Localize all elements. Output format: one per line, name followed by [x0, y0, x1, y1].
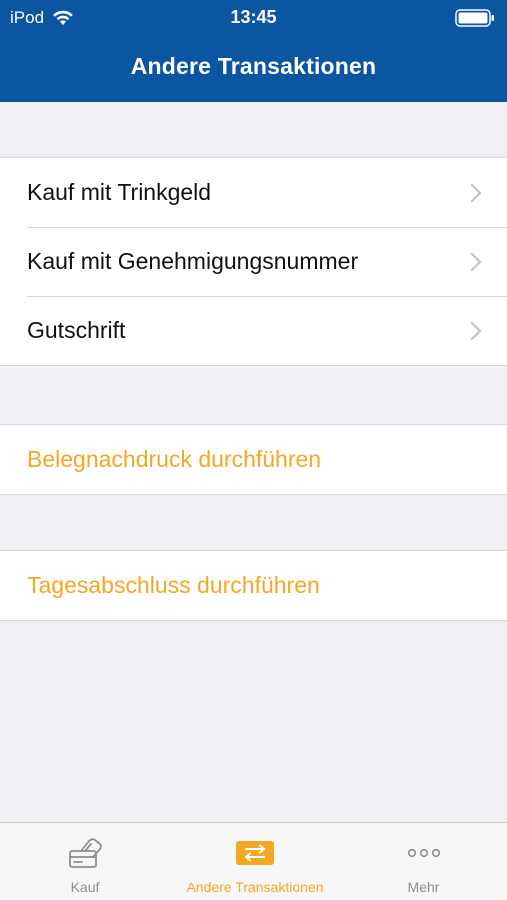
app-header: iPod 13:45 Andere Transaktionen — [0, 0, 507, 102]
tab-label: Mehr — [407, 879, 440, 895]
day-close-group: Tagesabschluss durchführen — [0, 550, 507, 621]
day-close-label: Tagesabschluss durchführen — [27, 572, 320, 598]
chevron-right-icon — [470, 183, 482, 202]
status-time: 13:45 — [230, 7, 277, 27]
menu-item-label: Kauf mit Trinkgeld — [27, 179, 212, 205]
reprint-receipt-label: Belegnachdruck durchführen — [27, 446, 322, 472]
tab-label: Kauf — [70, 879, 100, 895]
tab-mehr[interactable]: Mehr — [340, 823, 507, 900]
menu-item-gutschrift[interactable]: Gutschrift — [0, 296, 507, 365]
status-bar: iPod 13:45 — [0, 0, 507, 34]
menu-item-kauf-mit-genehmigungsnummer[interactable]: Kauf mit Genehmigungsnummer — [0, 227, 507, 296]
tab-kauf[interactable]: Kauf — [0, 823, 170, 900]
page-title: Andere Transaktionen — [130, 53, 377, 79]
menu-item-kauf-mit-trinkgeld[interactable]: Kauf mit Trinkgeld — [0, 158, 507, 227]
chevron-right-icon — [470, 321, 482, 340]
card-payment-icon — [69, 838, 102, 868]
tab-label: Andere Transaktionen — [186, 879, 324, 895]
more-dots-icon — [407, 848, 440, 858]
day-close-button[interactable]: Tagesabschluss durchführen — [0, 551, 507, 620]
menu-item-label: Gutschrift — [27, 317, 126, 343]
tab-bar: Kauf Andere Transaktionen Mehr — [0, 822, 507, 900]
reprint-receipt-button[interactable]: Belegnachdruck durchführen — [0, 425, 507, 494]
battery-icon — [455, 9, 494, 27]
chevron-right-icon — [470, 252, 482, 271]
transfer-arrows-icon — [236, 841, 274, 865]
tab-andere-transaktionen[interactable]: Andere Transaktionen — [170, 823, 340, 900]
transaction-menu: Kauf mit Trinkgeld Kauf mit Genehmigungs… — [0, 157, 507, 366]
menu-item-label: Kauf mit Genehmigungsnummer — [27, 248, 359, 274]
reprint-group: Belegnachdruck durchführen — [0, 424, 507, 495]
